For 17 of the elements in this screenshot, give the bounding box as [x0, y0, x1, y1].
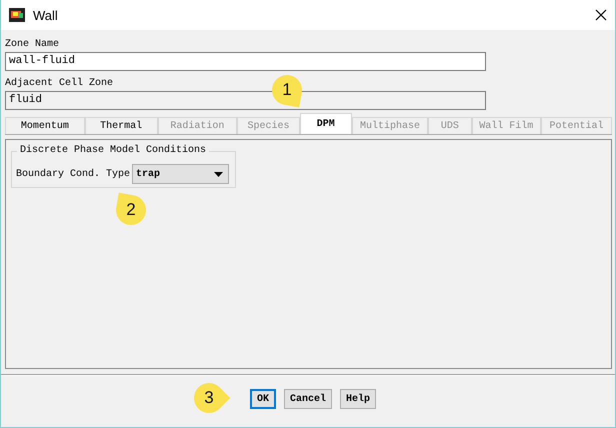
caret-icon — [214, 172, 224, 176]
field-label: Zone Name — [5, 38, 60, 51]
input-field[interactable]: wall-fluid — [5, 52, 486, 71]
close-icon[interactable] — [595, 9, 607, 21]
field-label: Boundary Cond. Type — [16, 168, 130, 180]
dialog-button[interactable]: Help — [340, 389, 376, 409]
dropdown[interactable]: trap — [132, 164, 230, 184]
tab[interactable]: Momentum — [5, 117, 85, 134]
app-icon — [9, 8, 25, 22]
window-title: Wall — [33, 8, 59, 22]
dialog-button[interactable]: Cancel — [284, 389, 332, 409]
tab[interactable]: DPM — [300, 113, 352, 134]
callout: 1 — [269, 72, 305, 108]
dialog-button[interactable]: OK — [250, 389, 276, 409]
tab[interactable]: Thermal — [84, 117, 158, 134]
callout: 2 — [113, 192, 149, 228]
field-label: Adjacent Cell Zone — [5, 77, 114, 90]
